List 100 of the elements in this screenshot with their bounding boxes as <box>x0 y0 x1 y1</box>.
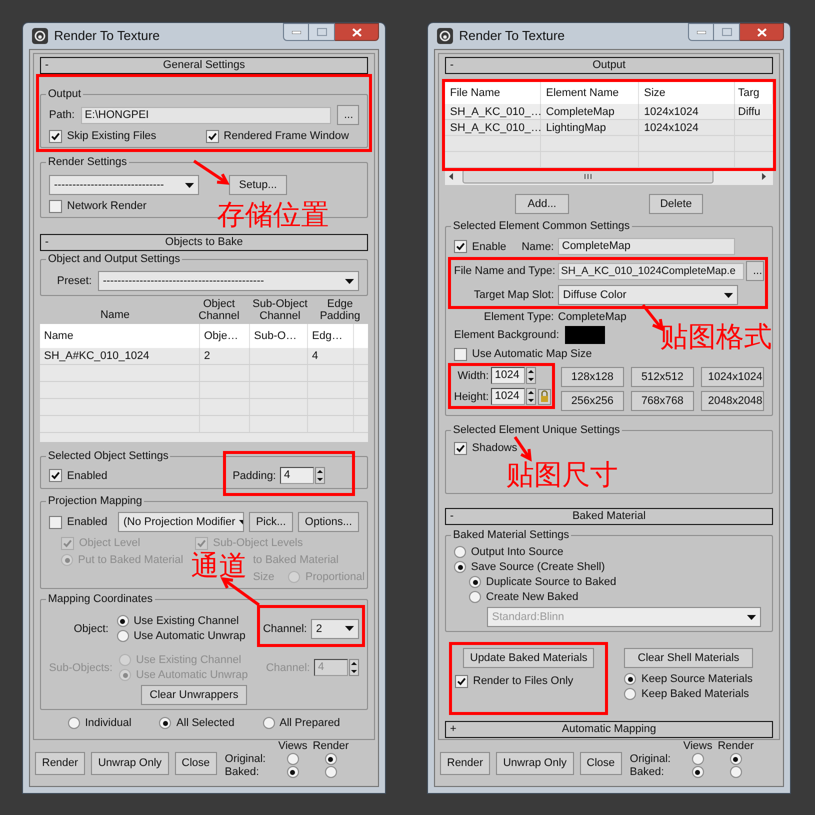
checkbox[interactable] <box>454 240 467 253</box>
button[interactable]: 512x512 <box>630 367 694 387</box>
radio-button[interactable] <box>61 554 73 566</box>
row-label: Baked: <box>630 766 666 778</box>
dropdown[interactable]: ------------------------------ <box>49 175 199 195</box>
dropdown[interactable]: -------------------------------------------- <box>98 271 359 291</box>
close-button[interactable] <box>740 23 784 41</box>
button[interactable]: Pick... <box>248 512 293 532</box>
checkbox[interactable] <box>49 516 62 528</box>
button[interactable]: Delete <box>649 194 703 214</box>
checkbox[interactable] <box>195 536 208 550</box>
radio-button[interactable] <box>469 591 481 603</box>
checkbox[interactable] <box>206 130 219 142</box>
rollout-header[interactable]: - General Settings <box>40 57 368 74</box>
radio-button[interactable] <box>116 630 129 642</box>
radio-button[interactable] <box>324 766 337 778</box>
radio-button[interactable] <box>692 766 704 778</box>
button[interactable]: Unwrap Only <box>496 752 574 774</box>
column-header: Edg… <box>308 324 354 348</box>
radio-button[interactable] <box>116 615 129 627</box>
checkbox[interactable] <box>49 130 62 142</box>
radio-button[interactable] <box>454 561 466 573</box>
button[interactable]: Add... <box>515 194 569 214</box>
button[interactable]: Unwrap Only <box>91 752 169 774</box>
radio-button[interactable] <box>119 654 131 666</box>
check-icon <box>208 132 217 140</box>
button[interactable]: Close <box>174 752 217 774</box>
radio-button[interactable] <box>624 673 636 685</box>
radio-button[interactable] <box>286 753 299 765</box>
button[interactable]: Options... <box>298 512 359 532</box>
caret-icon <box>345 278 354 284</box>
checkbox-label: Skip Existing Files <box>67 129 156 143</box>
field-label: Element Type: <box>482 310 555 324</box>
radio-button[interactable] <box>730 766 742 778</box>
button[interactable]: ... <box>746 261 764 281</box>
checkbox[interactable] <box>454 442 467 454</box>
maximize-button[interactable] <box>714 23 740 41</box>
radio-label: Individual <box>84 716 132 730</box>
dropdown[interactable]: Diffuse Color <box>558 285 738 305</box>
button[interactable]: Clear Shell Materials <box>624 648 753 668</box>
radio-button[interactable] <box>286 766 299 778</box>
check-icon <box>456 444 465 452</box>
button[interactable]: 256x256 <box>560 391 624 411</box>
close-button[interactable] <box>335 23 379 41</box>
table-cell: SH_A_KC_010_… <box>450 122 542 134</box>
checkbox-label: Sub-Object Levels <box>213 536 303 550</box>
path-field[interactable]: E:\HONGPEI <box>80 106 331 124</box>
table-cell: 4 <box>312 350 318 362</box>
height-field[interactable]: 1024 <box>490 388 525 405</box>
group-title: Baked Material Settings <box>451 528 572 542</box>
radio-button[interactable] <box>624 688 636 700</box>
button[interactable]: ... <box>337 105 359 125</box>
checkbox[interactable] <box>49 200 62 212</box>
field-label: Height: <box>454 390 489 404</box>
checkbox[interactable] <box>455 674 468 688</box>
button[interactable]: Render <box>440 752 490 774</box>
checkbox[interactable] <box>61 536 74 550</box>
checkbox[interactable] <box>454 348 467 360</box>
radio-button[interactable] <box>68 717 80 729</box>
button[interactable]: 768x768 <box>630 391 694 411</box>
window-title: Render To Texture <box>459 29 565 43</box>
radio-label: Use Existing Channel <box>134 614 239 628</box>
caret-icon <box>724 292 733 298</box>
rollout-header[interactable]: + Automatic Mapping <box>445 721 773 738</box>
group-title: Object and Output Settings <box>46 252 182 266</box>
button[interactable]: Render <box>35 752 86 774</box>
radio-button[interactable] <box>159 717 172 729</box>
color-swatch[interactable] <box>565 326 606 344</box>
radio-button[interactable] <box>454 546 466 558</box>
lock-icon[interactable] <box>538 388 551 404</box>
width-field[interactable]: 1024 <box>490 367 525 384</box>
name-field[interactable]: CompleteMap <box>558 238 735 255</box>
button[interactable]: 128x128 <box>560 367 624 387</box>
button[interactable]: 2048x2048 <box>700 391 764 411</box>
radio-button[interactable] <box>288 571 300 583</box>
radio-button[interactable] <box>730 753 742 765</box>
button[interactable]: Close <box>580 752 622 774</box>
rollout-header[interactable]: - Output <box>445 57 773 74</box>
button[interactable]: 1024x1024 <box>700 367 764 387</box>
dropdown[interactable]: (No Projection Modifier <box>118 512 244 532</box>
checkbox[interactable] <box>49 469 62 482</box>
check-icon <box>456 242 465 251</box>
column-header: Name <box>40 324 200 348</box>
radio-button[interactable] <box>262 717 275 729</box>
minimize-button[interactable] <box>283 23 309 41</box>
radio-button[interactable] <box>692 753 704 765</box>
button[interactable]: Update Baked Materials <box>463 648 594 668</box>
file-name-field[interactable]: SH_A_KC_010_1024CompleteMap.e <box>558 262 744 280</box>
minimize-button[interactable] <box>688 23 714 41</box>
rollout-header[interactable]: - Baked Material <box>445 508 773 525</box>
padding-field[interactable]: 4 <box>280 467 314 484</box>
button[interactable]: Setup... <box>229 175 287 195</box>
radio-button[interactable] <box>324 753 337 765</box>
button[interactable]: Clear Unwrappers <box>140 685 248 705</box>
radio-button[interactable] <box>469 576 481 588</box>
radio-button[interactable] <box>119 669 131 681</box>
checkbox-label: Rendered Frame Window <box>224 129 349 143</box>
dropdown[interactable]: 2 <box>311 618 359 638</box>
maximize-button[interactable] <box>309 23 335 41</box>
rollout-header[interactable]: - Objects to Bake <box>40 234 368 251</box>
